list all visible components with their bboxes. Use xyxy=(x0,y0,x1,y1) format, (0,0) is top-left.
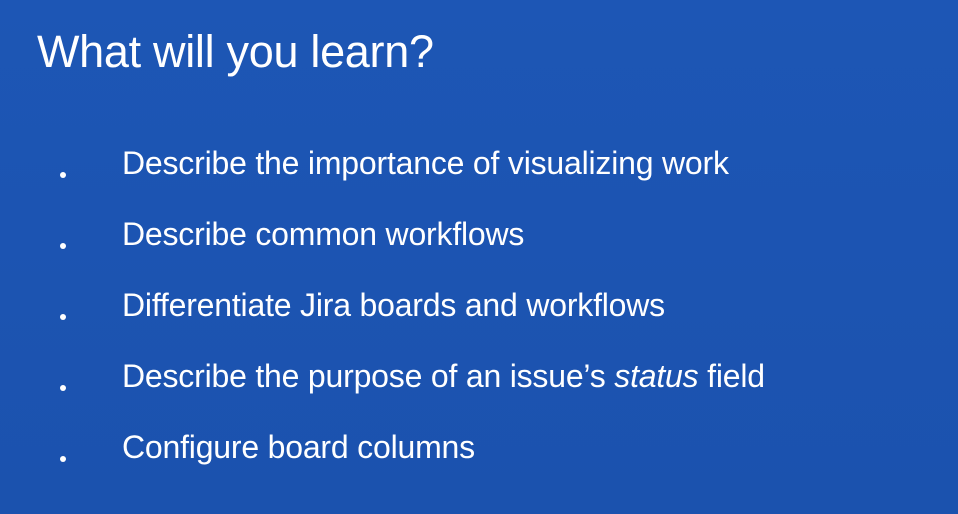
bullet-icon xyxy=(60,172,66,178)
bullet-text: Describe the importance of visualizing w… xyxy=(122,145,729,181)
bullet-text: Differentiate Jira boards and workflows xyxy=(122,287,665,323)
bullet-icon xyxy=(60,456,66,462)
bullet-icon xyxy=(60,243,66,249)
slide-title: What will you learn? xyxy=(37,26,434,77)
status-italic-text: status xyxy=(614,358,699,394)
bullet-icon xyxy=(60,314,66,320)
bullet-text: Configure board columns xyxy=(122,429,475,465)
bullet-text: Describe the purpose of an issue’s statu… xyxy=(122,355,765,397)
slide: What will you learn? Describe the import… xyxy=(0,0,958,514)
bullet-text-after: field xyxy=(698,358,765,394)
bullet-icon xyxy=(60,385,66,391)
bullet-text: Describe common workflows xyxy=(122,216,525,252)
bullet-text-before: Describe the purpose of an issue’s xyxy=(122,358,615,394)
